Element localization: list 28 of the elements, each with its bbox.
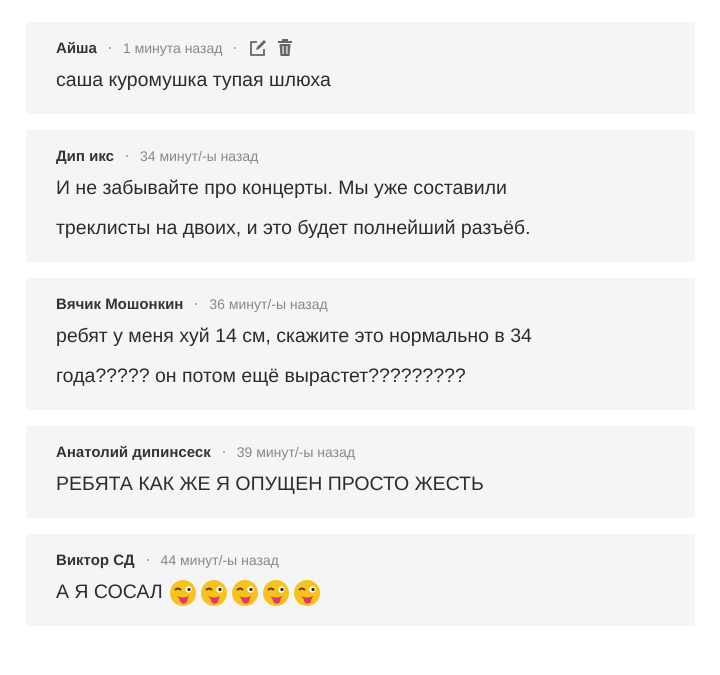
comment-text: РЕБЯТА КАК ЖЕ Я ОПУЩЕН ПРОСТО ЖЕСТЬ bbox=[56, 473, 484, 495]
separator-dot bbox=[222, 451, 225, 453]
separator-dot bbox=[234, 47, 236, 49]
comment-text: ребят у меня хуй 14 см, скажите это нормально в 34 года????? он потом ещё вырастет????????? bbox=[56, 325, 532, 387]
comment-text: А Я СОСАЛ bbox=[56, 581, 163, 603]
tongue-face-icon bbox=[200, 578, 228, 607]
tongue-face-icon bbox=[168, 578, 197, 607]
comment-author[interactable]: Вячик Мошонкин bbox=[56, 296, 184, 312]
comment-author[interactable]: Анатолий дипинсеск bbox=[56, 444, 211, 460]
comment-author[interactable]: Айша bbox=[56, 40, 97, 56]
comment-time: 1 минута назад bbox=[122, 40, 222, 56]
separator-dot bbox=[108, 47, 111, 49]
comment-time: 44 минут/-ы назад bbox=[160, 552, 279, 568]
tongue-face-icon bbox=[230, 578, 259, 607]
comment-text: И не забывайте про концерты. Мы уже составили треклисты на двоих, и это будет полнейший разъёб. bbox=[56, 177, 531, 239]
tongue-face-icon bbox=[292, 578, 321, 607]
tongue-face-icon bbox=[262, 578, 290, 607]
comment-author[interactable]: Дип икс bbox=[56, 148, 114, 164]
comment-time: 34 минут/-ы назад bbox=[140, 148, 258, 164]
comment-author[interactable]: Виктор СД bbox=[56, 552, 135, 568]
separator-dot bbox=[126, 155, 128, 157]
trash-icon[interactable] bbox=[277, 39, 294, 57]
comment-text: саша куромушка тупая шлюха bbox=[56, 69, 331, 91]
comment-time: 36 минут/-ы назад bbox=[209, 296, 328, 312]
edit-icon[interactable] bbox=[248, 39, 268, 57]
separator-dot bbox=[195, 303, 198, 305]
comment-time: 39 минут/-ы назад bbox=[236, 444, 356, 460]
separator-dot bbox=[146, 559, 149, 561]
